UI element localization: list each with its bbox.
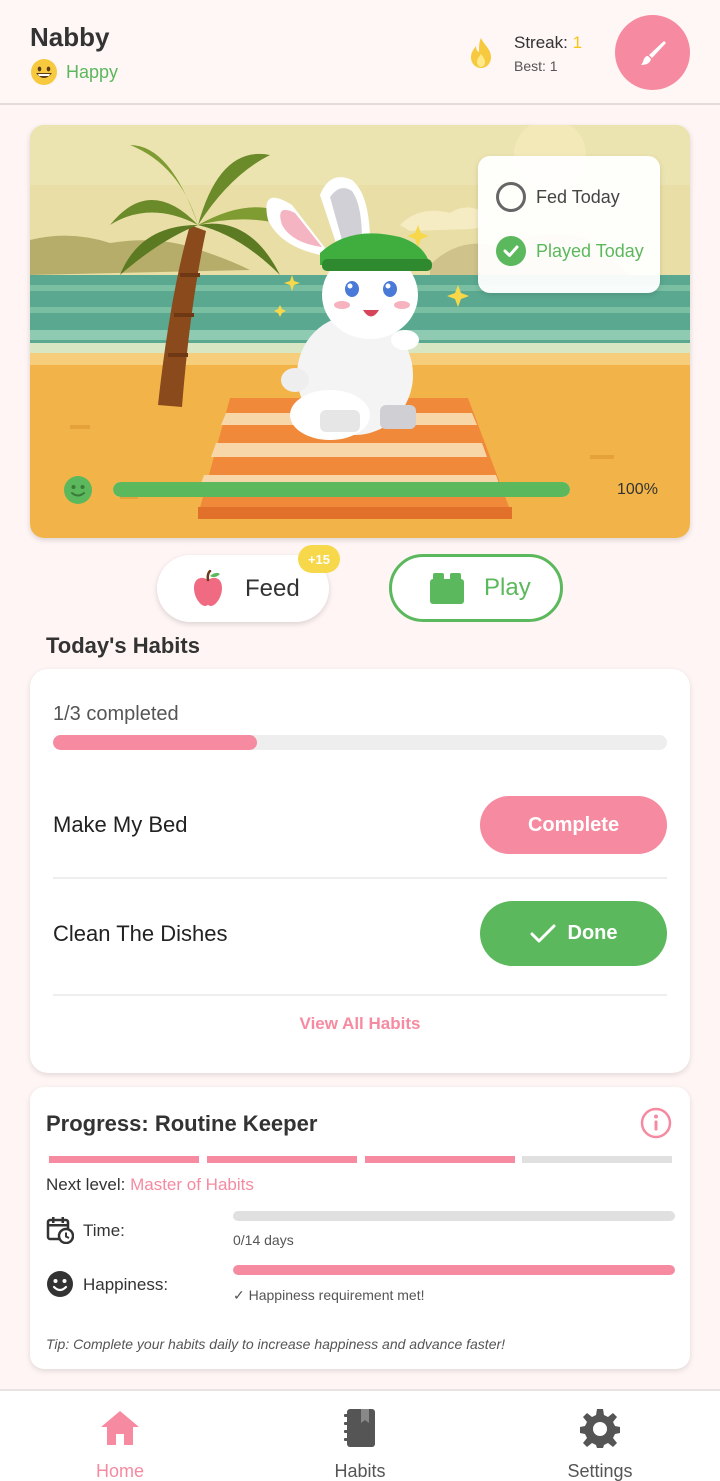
happiness-meter-fill [113, 482, 570, 497]
habits-card: 1/3 completed Make My Bed Complete Clean… [30, 669, 690, 1073]
mood-label: Happy [66, 61, 119, 82]
time-label: Time: [83, 1221, 125, 1240]
happiness-percent: 100% [617, 481, 658, 498]
mood-indicator: Happy [30, 58, 118, 86]
calendar-clock-icon [46, 1217, 74, 1244]
happiness-progress-bar [233, 1265, 675, 1275]
fed-today-status: Fed Today [496, 182, 620, 212]
streak-label: Streak: [514, 33, 573, 52]
info-icon[interactable] [640, 1107, 672, 1139]
view-all-habits-link[interactable]: View All Habits [30, 1014, 690, 1034]
feed-label: Feed [245, 574, 300, 602]
streak-value: 1 [572, 33, 583, 52]
next-level-name: Master of Habits [130, 1175, 254, 1194]
habit-item: Make My Bed Complete [53, 796, 667, 854]
tip-text: Tip: Complete your habits daily to incre… [46, 1336, 506, 1352]
feed-bonus-badge: +15 [298, 545, 340, 573]
pet-name: Nabby [30, 22, 110, 52]
customize-button[interactable] [615, 15, 690, 90]
nav-home[interactable]: Home [40, 1391, 200, 1481]
play-label: Play [484, 574, 531, 601]
played-today-status: Played Today [496, 236, 644, 266]
smiley-face-icon [47, 1271, 73, 1297]
nav-home-label: Home [95, 1461, 144, 1481]
nav-habits[interactable]: Habits [280, 1391, 440, 1481]
nav-settings-label: Settings [567, 1461, 633, 1481]
habits-completed-count: 1/3 completed [53, 703, 179, 725]
level-segment [365, 1156, 515, 1163]
happiness-progress-fill [233, 1265, 675, 1275]
played-today-label: Played Today [536, 240, 644, 261]
next-level-label: Next level: [46, 1175, 131, 1194]
done-button-label: Done [567, 922, 618, 944]
nav-settings[interactable]: Settings [520, 1391, 680, 1481]
fed-today-label: Fed Today [536, 186, 620, 207]
complete-button-label: Complete [527, 813, 620, 836]
unchecked-circle-icon [496, 182, 526, 212]
daily-status-card: Fed Today Played Today [478, 156, 660, 293]
apple-icon [194, 569, 222, 606]
progress-title: Progress: Routine Keeper [46, 1111, 318, 1136]
flame-icon [471, 38, 491, 68]
done-habit-button[interactable]: Done [480, 901, 667, 966]
play-button[interactable]: Play [389, 554, 563, 622]
bottom-navigation: Home Habits Settings [0, 1389, 720, 1481]
toy-blocks-icon [430, 573, 464, 604]
app-header: Nabby Happy Streak: 1 Best: 1 [0, 0, 720, 105]
habits-section-title: Today's Habits [46, 633, 200, 658]
divider [53, 877, 667, 879]
time-progress-note: 0/14 days [233, 1232, 294, 1248]
notebook-icon [344, 1409, 375, 1447]
level-segment [207, 1156, 357, 1163]
happiness-meter [113, 482, 570, 497]
gear-icon [580, 1409, 620, 1448]
habit-name: Make My Bed [53, 812, 188, 837]
paintbrush-icon [640, 40, 666, 65]
grinning-face-icon [31, 59, 57, 85]
level-segment [49, 1156, 199, 1163]
habit-item: Clean The Dishes Done [53, 901, 667, 966]
house-icon [101, 1411, 139, 1445]
complete-habit-button[interactable]: Complete [480, 796, 667, 854]
habits-progress-bar [53, 735, 667, 750]
habits-progress-fill [53, 735, 258, 750]
level-segment [522, 1156, 672, 1163]
nav-habits-label: Habits [334, 1461, 386, 1481]
streak-counter: Streak: 1 [514, 33, 582, 53]
smiley-face-icon [64, 476, 92, 504]
checkmark-icon [530, 924, 555, 942]
level-progress-card: Progress: Routine Keeper Next level: Mas… [30, 1087, 690, 1369]
check-circle-icon [496, 236, 526, 266]
happiness-label: Happiness: [83, 1275, 169, 1294]
divider [53, 994, 667, 996]
happiness-progress-note: ✓ Happiness requirement met! [233, 1287, 425, 1303]
best-streak: Best: 1 [514, 58, 558, 74]
time-progress-bar [233, 1211, 675, 1221]
next-level: Next level: Master of Habits [46, 1175, 254, 1195]
habit-name: Clean The Dishes [53, 920, 228, 946]
